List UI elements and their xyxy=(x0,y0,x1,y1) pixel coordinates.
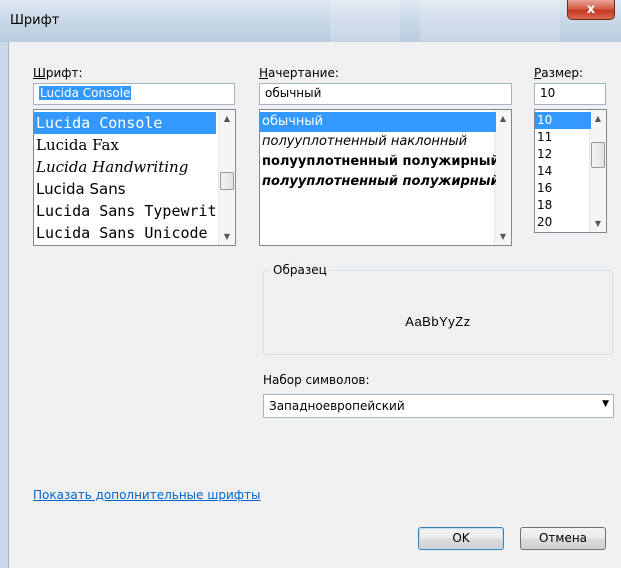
font-list[interactable]: ▲ ▼ Lucida Console Lucida Fax Lucida Handw… xyxy=(33,109,236,246)
font-list-item[interactable]: Lucida Sans xyxy=(34,178,216,200)
style-list[interactable]: ▲ ▼ обычный полууплотненный наклонный полу… xyxy=(259,109,512,246)
style-list-scrollbar[interactable]: ▲ ▼ xyxy=(494,110,511,245)
scroll-up-icon[interactable]: ▲ xyxy=(590,110,606,127)
title-bar[interactable]: Шрифт x xyxy=(0,0,621,42)
font-name-input[interactable]: Lucida Console xyxy=(33,83,235,105)
charset-label: Набор символов: xyxy=(263,373,370,387)
style-list-item[interactable]: полууплотненный наклонный xyxy=(260,132,496,152)
font-name-input-value: Lucida Console xyxy=(39,86,132,100)
style-list-item[interactable]: обычный xyxy=(260,112,496,132)
font-list-item[interactable]: Lucida Handwriting xyxy=(34,156,216,178)
font-list-item[interactable]: Lucida Sans Unicode xyxy=(34,222,216,244)
scroll-up-icon[interactable]: ▲ xyxy=(219,110,235,127)
size-label: Размер: xyxy=(534,66,584,80)
style-input[interactable]: обычный xyxy=(259,83,512,105)
close-icon: x xyxy=(586,2,596,17)
font-list-item[interactable]: Lucida Console xyxy=(34,112,216,134)
sample-legend: Образец xyxy=(271,263,329,277)
cancel-button[interactable]: Отмена xyxy=(520,527,606,550)
title-bar-glass xyxy=(330,0,400,42)
sample-group: Образец AaBbYyZz xyxy=(263,263,613,355)
size-list[interactable]: ▲ ▼ 10 11 12 14 16 18 20 xyxy=(534,109,607,233)
font-list-item[interactable]: Lucida Fax xyxy=(34,134,216,156)
size-list-item[interactable]: 12 xyxy=(535,146,591,163)
font-list-scrollbar[interactable]: ▲ ▼ xyxy=(218,110,235,245)
size-list-item[interactable]: 10 xyxy=(535,112,591,129)
window-title: Шрифт xyxy=(10,13,60,28)
chevron-down-icon: ▼ xyxy=(602,399,609,409)
title-bar-glass xyxy=(420,0,560,42)
font-dialog: Шрифт x Шрифт: Lucida Console ▲ ▼ Lucida… xyxy=(0,0,621,568)
style-list-item[interactable]: полууплотненный полужирный xyxy=(260,152,496,172)
scroll-down-icon[interactable]: ▼ xyxy=(219,228,235,245)
charset-select[interactable]: Западноевропейский ▼ xyxy=(263,394,614,418)
scroll-thumb[interactable] xyxy=(591,142,605,168)
font-label: Шрифт: xyxy=(33,66,83,80)
scroll-down-icon[interactable]: ▼ xyxy=(590,215,606,232)
size-input[interactable]: 10 xyxy=(534,83,606,105)
style-label: Начертание: xyxy=(259,66,339,80)
close-button[interactable]: x xyxy=(567,0,615,20)
size-list-item[interactable]: 20 xyxy=(535,214,591,231)
style-list-item[interactable]: полууплотненный полужирный наклонный xyxy=(260,172,496,192)
size-list-item[interactable]: 18 xyxy=(535,197,591,214)
font-list-item[interactable]: Lucida Sans Typewriter xyxy=(34,200,216,222)
size-list-item[interactable]: 11 xyxy=(535,129,591,146)
size-list-item[interactable]: 16 xyxy=(535,180,591,197)
sample-text: AaBbYyZz xyxy=(405,314,471,329)
dialog-client-area: Шрифт: Lucida Console ▲ ▼ Lucida Console… xyxy=(8,42,621,568)
more-fonts-link[interactable]: Показать дополнительные шрифты xyxy=(33,488,260,502)
charset-value: Западноевропейский xyxy=(269,399,405,413)
size-list-item[interactable]: 14 xyxy=(535,163,591,180)
scroll-down-icon[interactable]: ▼ xyxy=(495,228,511,245)
ok-button[interactable]: OK xyxy=(418,527,504,550)
scroll-thumb[interactable] xyxy=(220,172,234,190)
size-list-scrollbar[interactable]: ▲ ▼ xyxy=(589,110,606,232)
scroll-up-icon[interactable]: ▲ xyxy=(495,110,511,127)
